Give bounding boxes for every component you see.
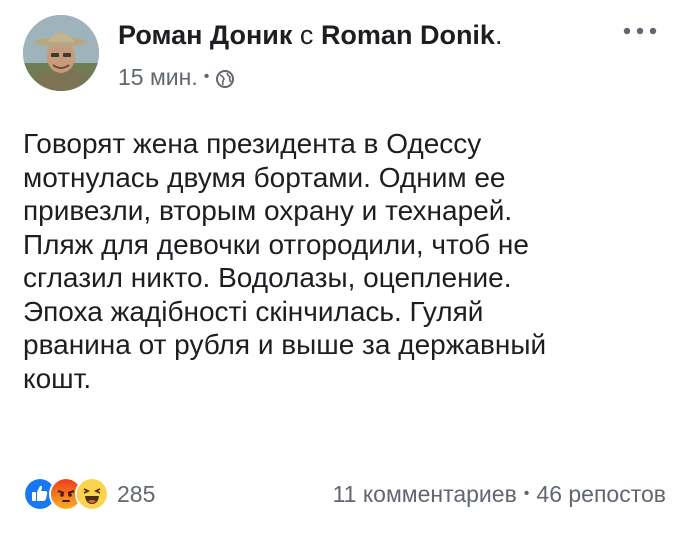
post-text-line: мотнулась двумя бортами. Одним ее	[23, 161, 506, 193]
haha-icon	[75, 477, 109, 511]
post-meta: 15 мин. •	[118, 63, 235, 91]
post-text-line: Эпоха жадібності скінчилась. Гуляй	[23, 295, 484, 327]
author-line-end: .	[494, 20, 503, 50]
comments-link[interactable]: 11 комментариев	[333, 479, 517, 509]
more-options-icon[interactable]	[621, 20, 659, 42]
reaction-count: 285	[117, 481, 156, 507]
globe-icon[interactable]	[215, 67, 235, 88]
post-card: Роман Доник с Roman Donik. 15 мин. • Гов…	[0, 0, 680, 534]
post-text-line: привезли, вторым охрану и технарей.	[23, 195, 513, 226]
post-stats: 11 комментариев • 46 репостов	[333, 479, 666, 509]
stats-separator: •	[523, 485, 530, 502]
author-avatar[interactable]	[23, 15, 99, 91]
author-line: Роман Доник с Roman Donik.	[118, 18, 502, 52]
post-text: Говорят жена президента в Одессу мотнула…	[23, 127, 668, 395]
avatar-image	[23, 15, 99, 91]
tagged-user[interactable]: Roman Donik	[321, 20, 495, 50]
post-text-line: кошт.	[23, 362, 92, 394]
post-text-line: рванина от рубля и выше за державный	[23, 329, 547, 360]
meta-separator: •	[203, 68, 210, 85]
post-text-line: сглазил никто. Водолазы, оцепление.	[23, 262, 512, 293]
shares-link[interactable]: 46 репостов	[536, 479, 666, 509]
author-name[interactable]: Роман Доник	[118, 20, 292, 50]
post-text-line: Говорят жена президента в Одессу	[23, 128, 482, 159]
post-time[interactable]: 15 мин.	[118, 63, 198, 91]
reactions-summary[interactable]: 285	[23, 477, 155, 511]
with-word: с	[299, 20, 314, 50]
post-text-line: Пляж для девочки отгородили, чтоб не	[23, 228, 529, 260]
